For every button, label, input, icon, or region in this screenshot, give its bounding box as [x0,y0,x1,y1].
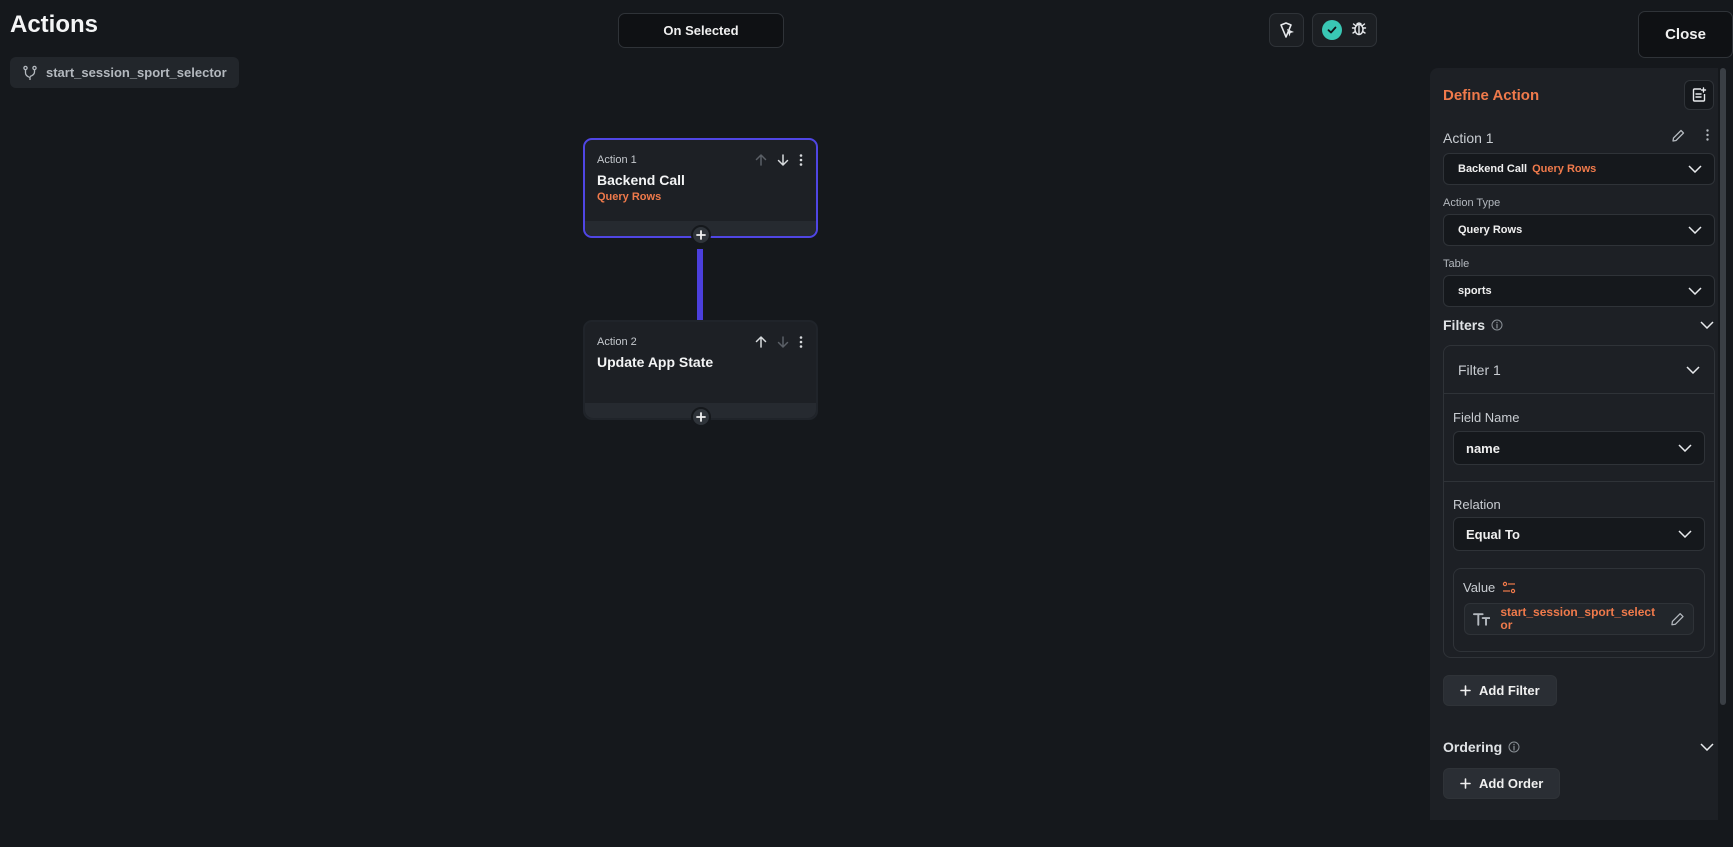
arrow-down-icon[interactable] [776,335,790,349]
action-node-2[interactable]: Action 2 Update App State [583,320,818,427]
branch-icon [23,65,37,80]
field-name-label: Field Name [1453,410,1520,425]
action-select-primary: Backend Call [1458,163,1528,175]
action-name: Action 1 [1443,130,1494,146]
more-vertical-icon[interactable] [798,153,804,167]
ordering-section-title: Ordering [1443,739,1520,755]
info-icon [1508,741,1520,753]
arrow-up-icon[interactable] [754,335,768,349]
table-select[interactable]: sports [1443,275,1715,307]
table-label: Table [1443,258,1470,270]
add-action-button[interactable] [690,407,711,427]
edit-icon[interactable] [1671,128,1686,143]
action-type-select[interactable]: Query Rows [1443,214,1715,246]
chevron-down-icon [1688,287,1702,295]
ordering-label: Ordering [1443,739,1503,755]
value-box: Value start_session_sport_selector [1453,568,1705,652]
filter-header[interactable]: Filter 1 [1444,346,1714,394]
widget-chip[interactable]: start_session_sport_selector [10,57,239,88]
magic-cursor-icon [1279,22,1294,38]
action-node-title: Update App State [597,354,714,370]
relation-value: Equal To [1466,526,1520,542]
add-action-button[interactable] [690,225,711,245]
filters-chevron-icon[interactable] [1700,321,1714,329]
action-node-subtitle: Query Rows [597,191,662,203]
value-text: start_session_sport_selector [1500,605,1656,632]
relation-label: Relation [1453,497,1501,512]
relation-select[interactable]: Equal To [1453,517,1705,551]
page-title: Actions [10,11,99,38]
chevron-down-icon [1678,530,1692,538]
plus-icon [1460,778,1471,789]
info-icon [1491,319,1503,331]
flow-connector [697,249,703,320]
more-vertical-icon[interactable] [1705,128,1710,142]
filter-card: Filter 1 Field Name name Relation Equal … [1443,345,1715,658]
plus-icon [695,230,706,240]
chevron-down-icon [1688,165,1702,173]
value-chip[interactable]: start_session_sport_selector [1464,603,1694,635]
arrow-down-icon[interactable] [776,153,790,167]
bug-icon[interactable] [1350,19,1368,42]
define-action-panel: Define Action Action 1 Backend Call Quer… [1430,68,1718,820]
divider [1444,481,1714,482]
arrow-up-icon[interactable] [754,153,768,167]
field-name-select[interactable]: name [1453,431,1705,465]
ai-agent-button[interactable] [1269,13,1304,47]
action-type-label: Action Type [1443,197,1501,209]
trigger-selector[interactable]: On Selected [618,13,784,48]
filters-label: Filters [1443,317,1486,333]
document-add-icon [1692,87,1707,102]
plus-icon [695,412,706,422]
chevron-down-icon [1678,444,1692,452]
chevron-down-icon [1688,226,1702,234]
filters-section-title: Filters [1443,317,1503,333]
add-order-button[interactable]: Add Order [1443,768,1561,799]
filter-title: Filter 1 [1458,361,1501,378]
chevron-down-icon [1686,365,1700,374]
close-button[interactable]: Close [1638,11,1733,58]
panel-heading: Define Action [1443,87,1540,104]
panel-scrollbar[interactable] [1720,68,1726,705]
table-value: sports [1458,285,1492,297]
action-node-1[interactable]: Action 1 Backend Call Query Rows [583,138,818,245]
widget-name: start_session_sport_selector [46,65,227,80]
action-select[interactable]: Backend Call Query Rows [1443,153,1715,185]
text-type-icon [1473,613,1491,626]
more-vertical-icon[interactable] [798,335,804,349]
add-filter-label: Add Filter [1479,683,1540,698]
action-select-secondary: Query Rows [1532,163,1597,175]
action-type-value: Query Rows [1458,224,1523,236]
plus-icon [1460,685,1471,696]
ordering-chevron-icon[interactable] [1700,743,1714,751]
variable-settings-icon[interactable] [1502,581,1516,594]
add-note-button[interactable] [1684,80,1714,110]
edit-icon[interactable] [1670,611,1685,627]
check-icon[interactable] [1321,20,1342,40]
value-label: Value [1463,580,1496,595]
field-name-value: name [1466,440,1500,456]
add-filter-button[interactable]: Add Filter [1443,675,1557,706]
action-node-title: Backend Call [597,172,685,188]
add-order-label: Add Order [1479,776,1544,791]
status-toolbar [1312,13,1377,47]
value-label-row: Value [1463,580,1516,595]
